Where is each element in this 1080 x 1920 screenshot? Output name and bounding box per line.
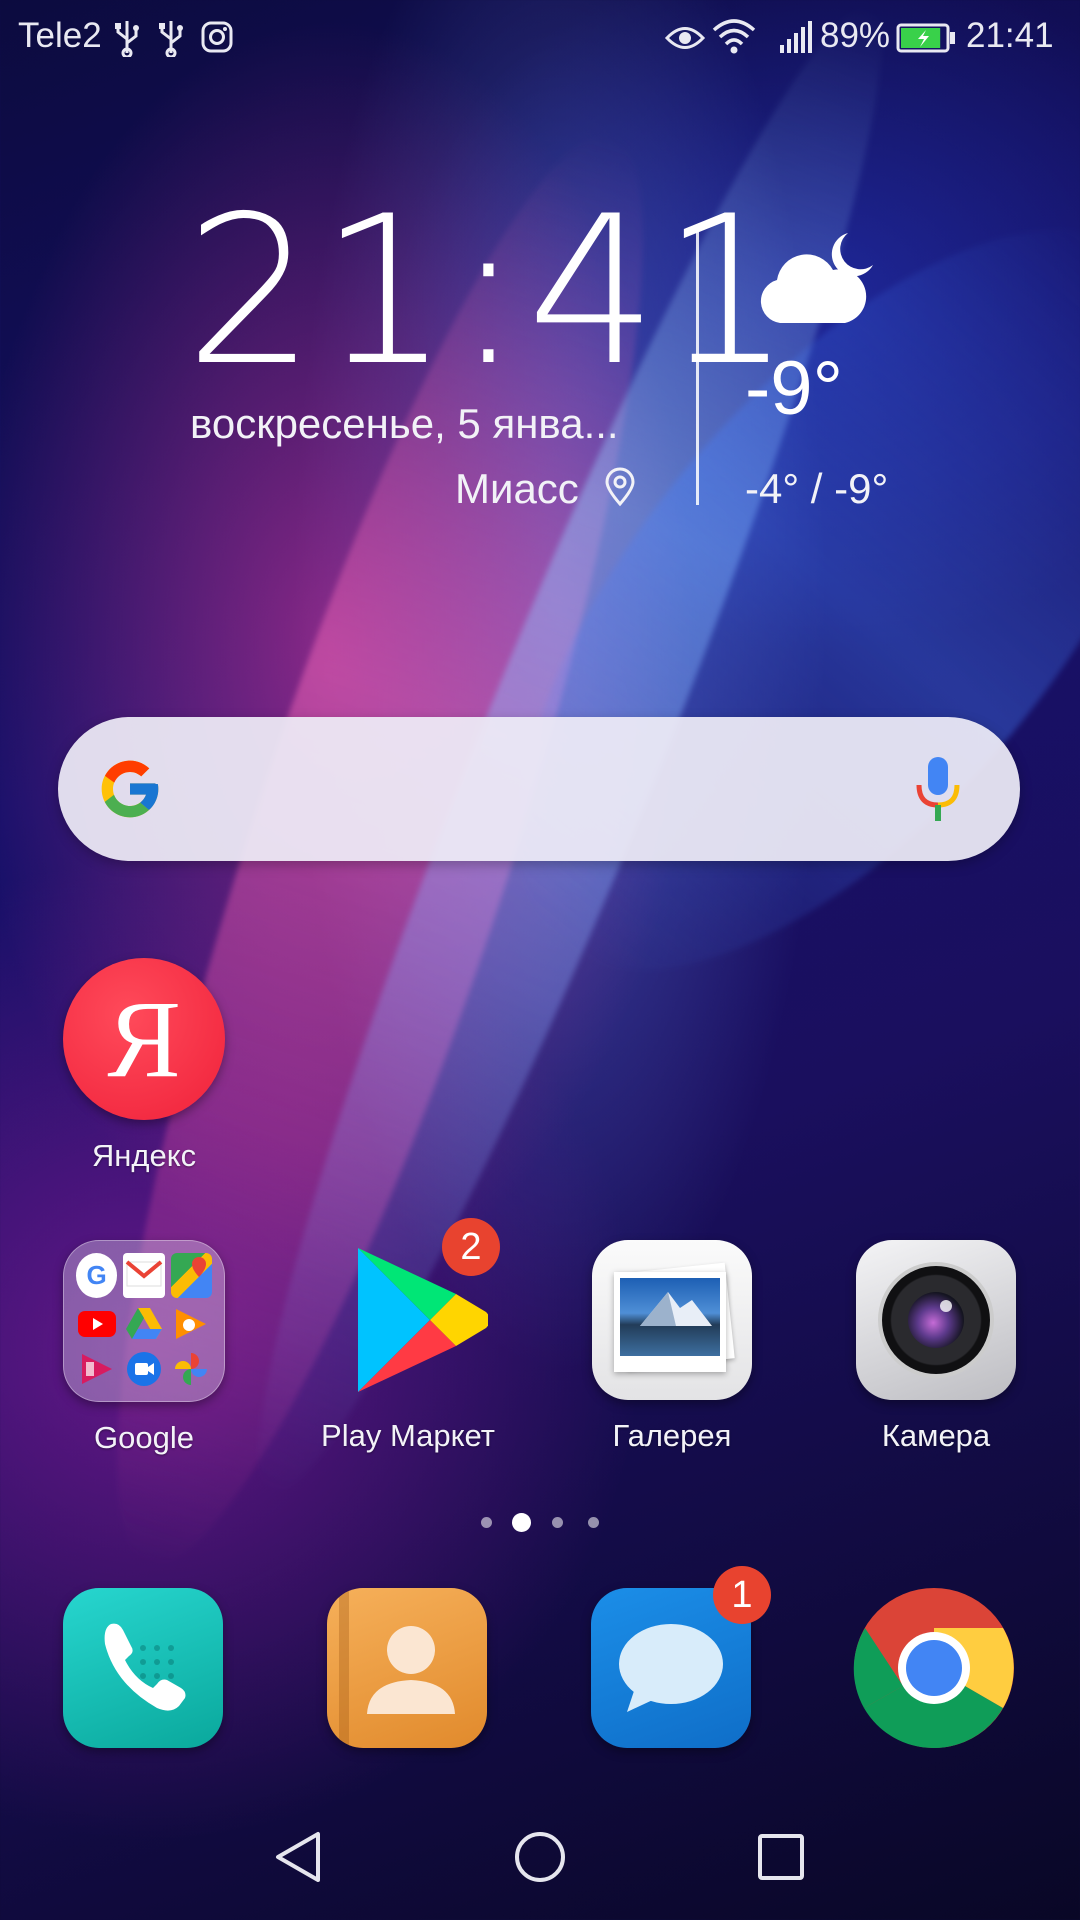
- yandex-icon: Я: [63, 958, 225, 1120]
- cloud-moon-icon: [755, 225, 885, 325]
- weather-range: -4° / -9°: [745, 465, 889, 512]
- play-movies-icon: [76, 1350, 117, 1390]
- photos-icon: [171, 1350, 212, 1390]
- recents-icon[interactable]: [756, 1832, 806, 1882]
- home-icon[interactable]: [513, 1830, 567, 1884]
- clock-date: воскресенье, 5 янва...: [190, 400, 619, 447]
- app-play-market[interactable]: 2 Play Маркет: [308, 1218, 508, 1454]
- app-label: Галерея: [612, 1418, 732, 1453]
- gallery-icon: [592, 1240, 752, 1400]
- back-icon[interactable]: [272, 1830, 324, 1884]
- app-yandex[interactable]: Я Яндекс: [44, 958, 244, 1174]
- page-dot-active[interactable]: [512, 1513, 531, 1532]
- dock-phone[interactable]: [63, 1588, 223, 1748]
- app-label: Play Маркет: [321, 1418, 495, 1453]
- widget-divider: [696, 225, 699, 505]
- mic-icon[interactable]: [913, 755, 963, 825]
- location-pin-icon: [604, 467, 636, 517]
- eye-icon: [664, 22, 706, 54]
- usb-icon: [112, 18, 142, 58]
- city-name: Миасс: [455, 465, 579, 512]
- clock-time[interactable]: 21:41: [185, 190, 796, 395]
- youtube-icon: [76, 1304, 117, 1344]
- carrier-name: Tele2: [18, 16, 102, 55]
- play-music-icon: [171, 1304, 212, 1344]
- duo-icon: [123, 1350, 164, 1390]
- wifi-icon: [712, 18, 756, 54]
- gmail-icon: [123, 1253, 165, 1298]
- notification-badge: 2: [442, 1218, 500, 1276]
- page-dot[interactable]: [552, 1517, 563, 1528]
- battery-percent: 89%: [820, 16, 891, 55]
- status-time: 21:41: [966, 16, 1054, 55]
- google-icon: G: [76, 1253, 118, 1298]
- page-dot[interactable]: [588, 1517, 599, 1528]
- usb-icon: [156, 18, 186, 58]
- yandex-glyph: Я: [107, 977, 181, 1100]
- chrome-icon: [852, 1586, 1016, 1750]
- app-label: Камера: [881, 1418, 991, 1453]
- dock-contacts[interactable]: [327, 1588, 487, 1748]
- google-g-icon: [96, 755, 164, 823]
- app-camera[interactable]: Камера: [836, 1240, 1036, 1454]
- dock-chrome[interactable]: [852, 1586, 1016, 1750]
- signal-icon: [778, 20, 814, 56]
- dock-messages[interactable]: 1: [591, 1566, 771, 1748]
- notification-badge: 1: [713, 1566, 771, 1624]
- page-dot[interactable]: [481, 1517, 492, 1528]
- app-label: Google: [94, 1420, 194, 1455]
- clock-city: Миасс: [455, 465, 636, 517]
- contacts-icon: [327, 1588, 487, 1748]
- instagram-icon: [200, 20, 234, 54]
- maps-icon: [170, 1253, 212, 1298]
- battery-charging-icon: [896, 22, 956, 54]
- camera-icon: [856, 1240, 1016, 1400]
- app-folder-google[interactable]: G Google: [44, 1240, 244, 1456]
- drive-icon: [123, 1304, 164, 1344]
- weather-temperature: -9°: [745, 346, 843, 431]
- phone-icon: [63, 1588, 223, 1748]
- app-gallery[interactable]: Галерея: [572, 1240, 772, 1454]
- google-search-bar[interactable]: [58, 717, 1020, 861]
- app-label: Яндекс: [91, 1138, 197, 1173]
- folder-icon: G: [63, 1240, 225, 1402]
- status-bar: Tele2 89% 21:41: [0, 0, 1080, 76]
